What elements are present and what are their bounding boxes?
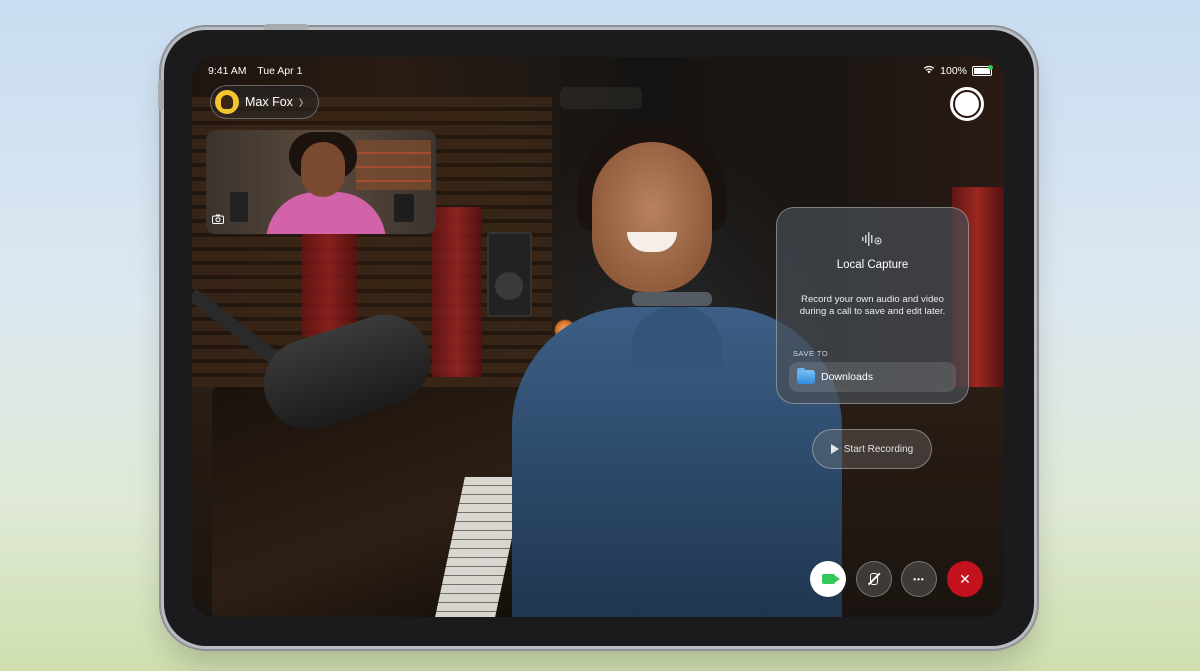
save-to-label: SAVE TO — [793, 349, 829, 358]
play-icon — [830, 444, 839, 454]
video-toggle-button[interactable] — [810, 561, 846, 597]
capture-shutter-button[interactable] — [950, 87, 984, 121]
save-destination-picker[interactable]: Downloads — [789, 362, 956, 392]
caller-face — [592, 142, 712, 292]
status-date: Tue Apr 1 — [257, 65, 303, 77]
ipad-device: 9:41 AM Tue Apr 1 100% Max Fox 〉 Local C… — [158, 24, 1034, 646]
start-recording-button[interactable]: Start Recording — [812, 429, 932, 469]
caller-choker — [632, 292, 712, 306]
facetime-screen: 9:41 AM Tue Apr 1 100% Max Fox 〉 Local C… — [192, 57, 1004, 617]
privacy-indicator — [988, 65, 993, 70]
camera-area — [560, 87, 642, 109]
end-call-button[interactable]: ✕ — [947, 561, 983, 597]
battery-percent: 100% — [940, 65, 967, 77]
pip-speaker — [394, 194, 414, 222]
top-button — [264, 24, 308, 30]
avatar — [215, 90, 239, 114]
waveform-icon — [861, 232, 883, 250]
video-icon — [821, 574, 840, 584]
studio-speaker — [487, 232, 532, 317]
local-capture-panel: Local Capture Record your own audio and … — [776, 207, 969, 404]
status-right: 100% — [923, 65, 993, 77]
more-icon: ••• — [913, 574, 925, 584]
curtain — [432, 207, 482, 377]
volume-button — [158, 80, 164, 110]
pip-speaker — [230, 192, 248, 222]
contact-name: Max Fox — [245, 95, 293, 109]
wifi-icon — [923, 65, 935, 77]
more-button[interactable]: ••• — [901, 561, 937, 597]
capture-title: Local Capture — [836, 259, 909, 271]
chevron-right-icon: 〉 — [298, 97, 308, 108]
pip-person-face — [301, 142, 345, 197]
status-bar: 9:41 AM Tue Apr 1 — [208, 65, 310, 77]
mute-button[interactable] — [856, 561, 892, 597]
pip-video-tile[interactable] — [206, 130, 436, 234]
pip-shelf — [356, 140, 431, 190]
capture-description: Record your own audio and video during a… — [799, 294, 946, 317]
destination-label: Downloads — [821, 371, 873, 383]
mic-off-icon — [870, 573, 878, 585]
contact-name-button[interactable]: Max Fox 〉 — [210, 85, 319, 119]
pip-person-body — [266, 192, 386, 234]
close-icon: ✕ — [959, 570, 971, 587]
status-time: 9:41 AM — [208, 65, 247, 77]
battery-icon — [972, 65, 993, 76]
camera-icon[interactable] — [212, 214, 224, 227]
start-recording-label: Start Recording — [843, 443, 914, 455]
folder-icon — [797, 368, 815, 384]
